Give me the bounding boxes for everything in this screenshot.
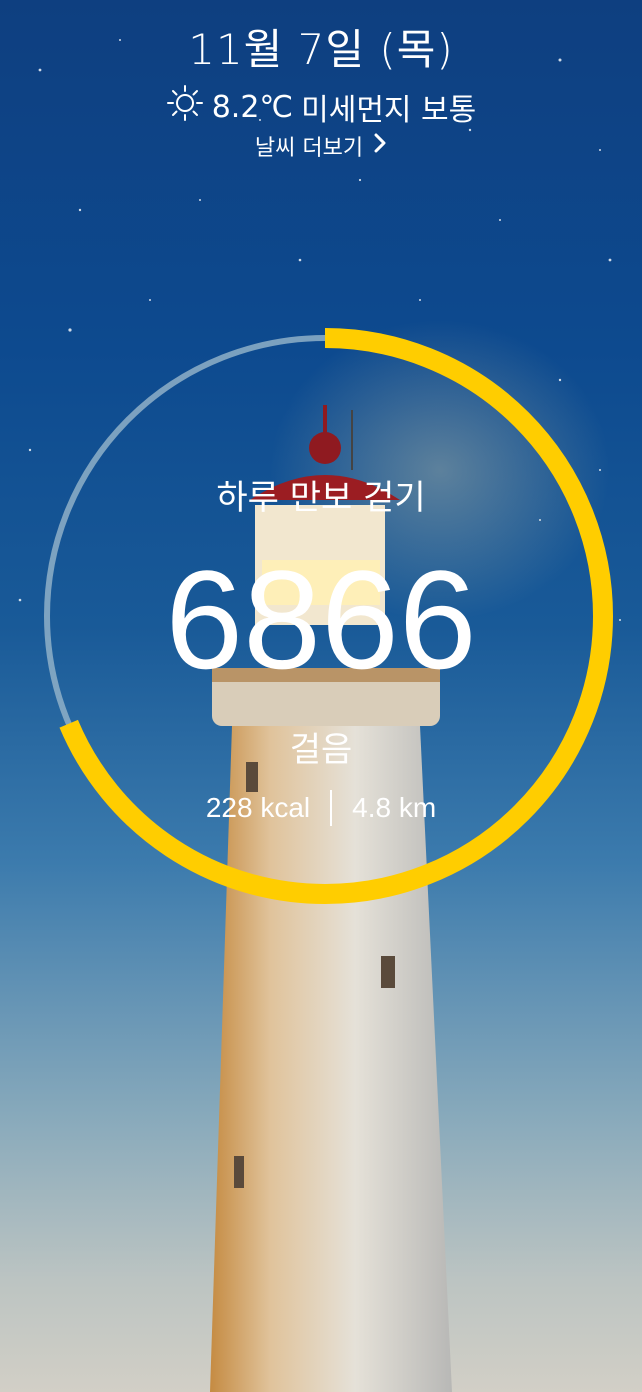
walk-stats: 228 kcal 4.8 km bbox=[0, 790, 642, 826]
walk-title: 하루 만보 걷기 bbox=[216, 478, 426, 518]
stats-divider bbox=[330, 790, 333, 826]
step-count[interactable]: 6866 bbox=[0, 550, 642, 690]
step-unit: 걸음 bbox=[289, 730, 353, 770]
distance: 4.8 km bbox=[352, 792, 437, 823]
calories: 228 kcal bbox=[205, 792, 311, 823]
